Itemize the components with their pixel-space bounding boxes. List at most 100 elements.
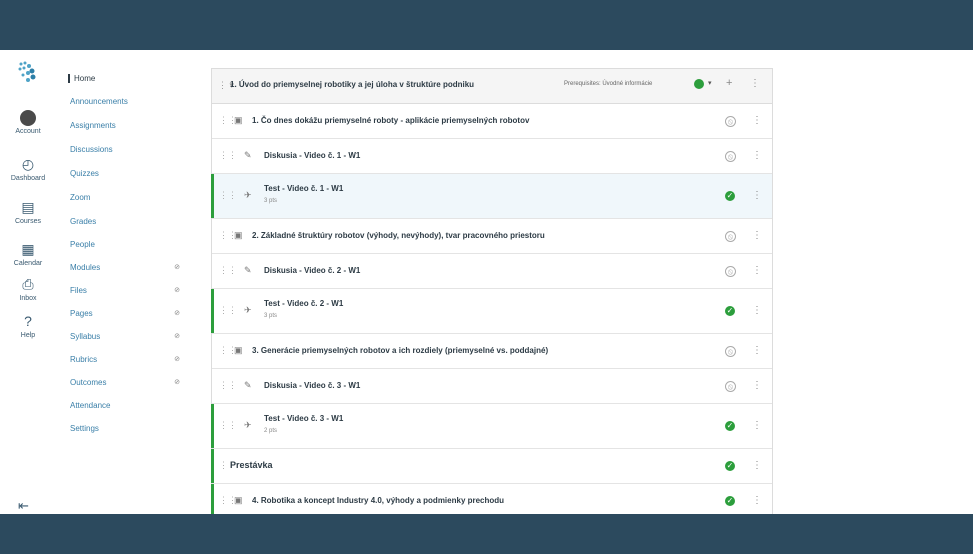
drag-handle-icon[interactable]: ⋮⋮ xyxy=(219,190,237,201)
kebab-menu-icon[interactable]: ⋮ xyxy=(752,345,762,356)
course-nav-label: Attendance xyxy=(70,401,111,410)
module-item[interactable]: ⋮⋮ ✈ Test - Video č. 1 - W1 3 pts ✓ ⋮ xyxy=(211,174,772,219)
avatar xyxy=(20,110,36,126)
kebab-menu-icon[interactable]: ⋮ xyxy=(752,380,762,391)
chevron-down-icon[interactable]: ▾ xyxy=(708,79,712,87)
module-subheader[interactable]: ⋮ Prestávka ✓ ⋮ xyxy=(211,449,772,484)
module-item-title[interactable]: 1. Čo dnes dokážu priemyselné roboty - a… xyxy=(252,116,529,125)
module-item-title[interactable]: Diskusia - Video č. 1 - W1 xyxy=(264,151,360,160)
course-nav-rubrics[interactable]: Rubrics ⊘ xyxy=(70,355,180,364)
module-subheader-title[interactable]: Prestávka xyxy=(230,460,273,470)
course-nav-announcements[interactable]: Announcements xyxy=(70,97,180,106)
global-nav-inbox-label: Inbox xyxy=(19,295,37,302)
drag-handle-icon[interactable]: ⋮⋮ xyxy=(219,150,237,161)
course-nav-modules[interactable]: Modules ⊘ xyxy=(70,263,180,272)
module-item[interactable]: ⋮⋮ ✎ Diskusia - Video č. 1 - W1 ⦸ ⋮ xyxy=(212,139,772,174)
published-indicator xyxy=(211,404,214,448)
module-item-title[interactable]: Test - Video č. 2 - W1 xyxy=(264,299,343,308)
kebab-menu-icon[interactable]: ⋮ xyxy=(752,150,762,161)
course-nav-label: Home xyxy=(74,74,96,83)
add-item-icon[interactable]: + xyxy=(726,77,732,89)
course-nav-files[interactable]: Files ⊘ xyxy=(70,286,180,295)
global-nav-inbox[interactable]: ⎙ Inbox xyxy=(0,275,56,302)
module-item[interactable]: ⋮⋮ ✈ Test - Video č. 2 - W1 3 pts ✓ ⋮ xyxy=(211,289,772,334)
published-indicator xyxy=(211,484,214,518)
module-item[interactable]: ⋮⋮ ▣ 2. Základné štruktúry robotov (výho… xyxy=(212,219,772,254)
global-nav-courses[interactable]: ▤ Courses xyxy=(0,198,56,225)
drag-handle-icon[interactable]: ⋮⋮ xyxy=(219,380,237,391)
kebab-menu-icon[interactable]: ⋮ xyxy=(752,190,762,201)
course-nav-outcomes[interactable]: Outcomes ⊘ xyxy=(70,378,180,387)
unpublished-icon[interactable]: ⦸ xyxy=(725,116,736,127)
kebab-menu-icon[interactable]: ⋮ xyxy=(752,115,762,126)
published-icon[interactable]: ✓ xyxy=(725,496,735,506)
module-header[interactable]: ⋮ ▾ 1. Úvod do priemyselnej robotiky a j… xyxy=(212,69,772,104)
quiz-icon: ✈ xyxy=(244,420,252,430)
discussion-icon: ✎ xyxy=(244,380,252,390)
global-nav-help[interactable]: ? Help xyxy=(0,312,56,339)
published-icon[interactable]: ✓ xyxy=(725,306,735,316)
page-icon: ▣ xyxy=(234,495,243,505)
institution-logo[interactable] xyxy=(15,60,41,86)
module-item-title[interactable]: Diskusia - Video č. 3 - W1 xyxy=(264,381,360,390)
course-nav-grades[interactable]: Grades xyxy=(70,217,180,226)
published-icon[interactable]: ✓ xyxy=(725,191,735,201)
course-nav-label: Files xyxy=(70,286,87,295)
kebab-menu-icon[interactable]: ⋮ xyxy=(752,420,762,431)
module-title[interactable]: 1. Úvod do priemyselnej robotiky a jej ú… xyxy=(230,80,474,89)
global-nav-calendar[interactable]: ▦ Calendar xyxy=(0,240,56,267)
drag-handle-icon[interactable]: ⋮⋮ xyxy=(219,305,237,316)
module-item-title[interactable]: Test - Video č. 1 - W1 xyxy=(264,184,343,193)
course-nav-pages[interactable]: Pages ⊘ xyxy=(70,309,180,318)
course-nav-attendance[interactable]: Attendance xyxy=(70,401,180,410)
published-icon[interactable] xyxy=(694,79,704,89)
unpublished-icon[interactable]: ⦸ xyxy=(725,381,736,392)
global-nav-account[interactable]: Account xyxy=(0,110,56,135)
kebab-menu-icon[interactable]: ⋮ xyxy=(752,265,762,276)
module-item[interactable]: ⋮⋮ ✈ Test - Video č. 3 - W1 2 pts ✓ ⋮ xyxy=(211,404,772,449)
course-nav-label: Zoom xyxy=(70,193,91,202)
course-nav-people[interactable]: People xyxy=(70,240,180,249)
module-item-title[interactable]: Diskusia - Video č. 2 - W1 xyxy=(264,266,360,275)
module-item[interactable]: ⋮⋮ ✎ Diskusia - Video č. 3 - W1 ⦸ ⋮ xyxy=(212,369,772,404)
kebab-menu-icon[interactable]: ⋮ xyxy=(752,230,762,241)
drag-handle-icon[interactable]: ⋮⋮ xyxy=(219,265,237,276)
global-nav-dashboard[interactable]: ◴ Dashboard xyxy=(0,155,56,182)
kebab-menu-icon[interactable]: ⋮ xyxy=(752,495,762,506)
kebab-menu-icon[interactable]: ⋮ xyxy=(752,460,762,471)
published-icon[interactable]: ✓ xyxy=(725,461,735,471)
page-icon: ▣ xyxy=(234,115,243,125)
unpublished-icon[interactable]: ⦸ xyxy=(725,231,736,242)
published-icon[interactable]: ✓ xyxy=(725,421,735,431)
course-nav-syllabus[interactable]: Syllabus ⊘ xyxy=(70,332,180,341)
module-item-title[interactable]: 4. Robotika a koncept Industry 4.0, výho… xyxy=(252,496,504,505)
unpublished-icon[interactable]: ⦸ xyxy=(725,266,736,277)
course-nav-quizzes[interactable]: Quizzes xyxy=(70,169,180,178)
course-nav-settings[interactable]: Settings xyxy=(70,424,180,433)
course-nav-assignments[interactable]: Assignments xyxy=(70,121,180,130)
module-item-title[interactable]: Test - Video č. 3 - W1 xyxy=(264,414,343,423)
courses-icon: ▤ xyxy=(21,199,35,215)
dashboard-icon: ◴ xyxy=(21,156,35,172)
module-item[interactable]: ⋮⋮ ▣ 1. Čo dnes dokážu priemyselné robot… xyxy=(212,104,772,139)
course-nav-label: Pages xyxy=(70,309,93,318)
module-item[interactable]: ⋮⋮ ✎ Diskusia - Video č. 2 - W1 ⦸ ⋮ xyxy=(212,254,772,289)
drag-handle-icon[interactable]: ⋮ xyxy=(219,460,228,471)
module-item-title[interactable]: 3. Generácie priemyselných robotov a ich… xyxy=(252,346,548,355)
global-nav-account-label: Account xyxy=(15,128,41,135)
module-item[interactable]: ⋮⋮ ▣ 3. Generácie priemyselných robotov … xyxy=(212,334,772,369)
global-nav-calendar-label: Calendar xyxy=(13,260,43,267)
inbox-icon: ⎙ xyxy=(22,276,34,292)
unpublished-icon[interactable]: ⦸ xyxy=(725,346,736,357)
kebab-menu-icon[interactable]: ⋮ xyxy=(750,78,760,89)
course-nav-label: Rubrics xyxy=(70,355,98,364)
collapse-nav-icon[interactable]: ⇤ xyxy=(18,498,29,514)
module-item-title[interactable]: 2. Základné štruktúry robotov (výhody, n… xyxy=(252,231,545,240)
unpublished-icon[interactable]: ⦸ xyxy=(725,151,736,162)
course-nav-home[interactable]: Home xyxy=(68,74,184,83)
course-nav-discussions[interactable]: Discussions xyxy=(70,145,180,154)
kebab-menu-icon[interactable]: ⋮ xyxy=(752,305,762,316)
course-nav-zoom[interactable]: Zoom xyxy=(70,193,180,202)
course-nav-label: Grades xyxy=(70,217,97,226)
drag-handle-icon[interactable]: ⋮⋮ xyxy=(219,420,237,431)
